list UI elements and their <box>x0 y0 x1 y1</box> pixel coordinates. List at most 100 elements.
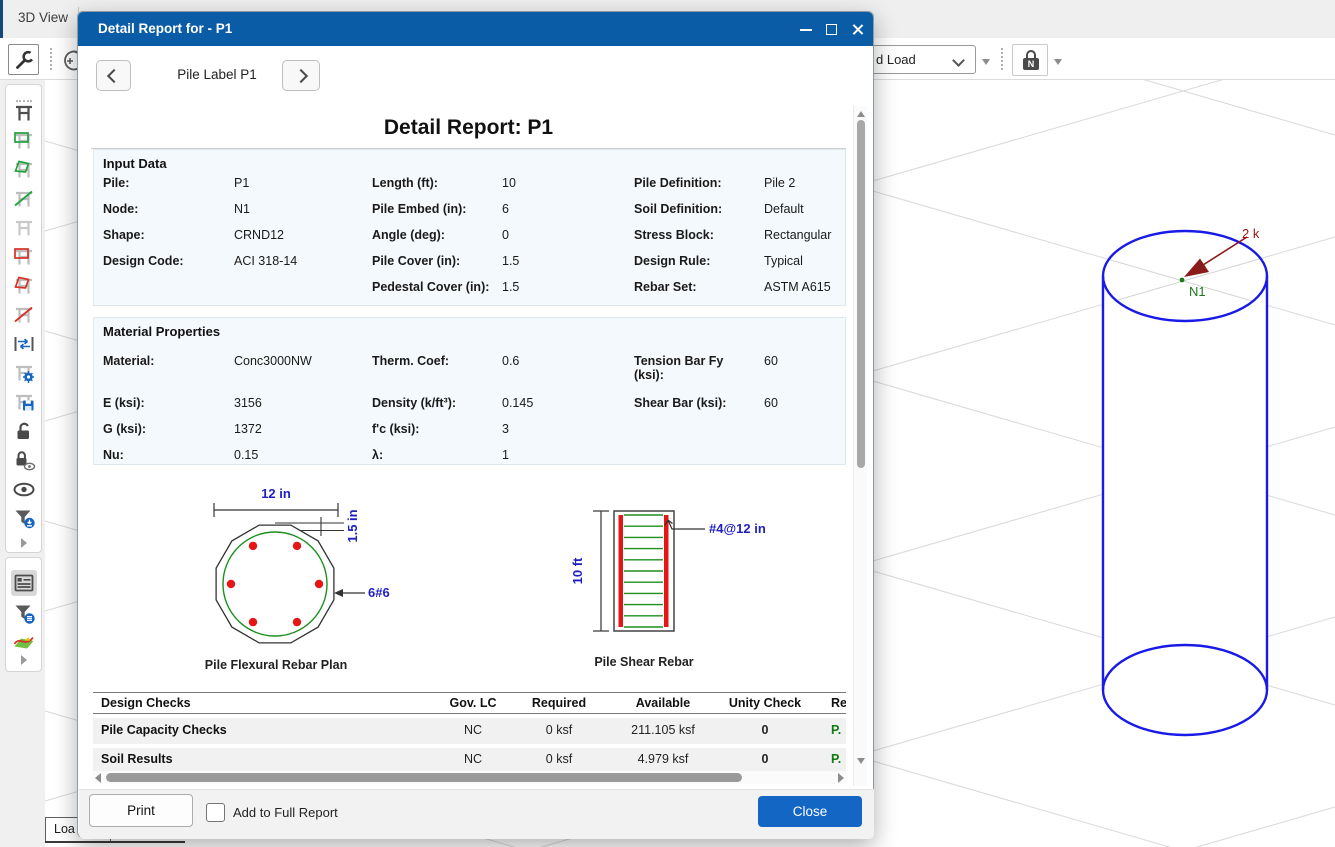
filter-import-button[interactable] <box>11 505 37 531</box>
add-to-full-report-checkbox[interactable] <box>206 803 225 822</box>
field-label: Soil Definition: <box>634 202 722 216</box>
box-deselect-button[interactable] <box>11 244 37 270</box>
deselect-line-red-icon <box>11 302 37 328</box>
resize-members-icon <box>11 331 37 357</box>
load-label: 2 k <box>1242 226 1260 241</box>
box-select-button[interactable] <box>11 128 37 154</box>
table-header-row: Design Checks Gov. LC Required Available… <box>93 692 846 714</box>
gov-lc-value: NC <box>428 752 518 766</box>
field-value: 3156 <box>234 396 262 410</box>
display-options-button[interactable] <box>11 476 37 502</box>
field-value: Default <box>764 202 804 216</box>
field-label: Tension Bar Fy (ksi): <box>634 354 746 382</box>
field-label: Therm. Coef: <box>372 354 449 368</box>
field-label: Stress Block: <box>634 228 714 242</box>
toolbar-group-handle[interactable] <box>50 48 54 70</box>
print-button[interactable]: Print <box>89 794 193 827</box>
field-value: N1 <box>234 202 250 216</box>
horizontal-scrollbar[interactable] <box>93 771 846 784</box>
select-line-green-icon <box>11 186 37 212</box>
scroll-up-icon[interactable] <box>857 111 865 117</box>
available-value: 211.105 ksf <box>608 723 718 737</box>
report-title: Detail Report: P1 <box>91 116 846 140</box>
flexural-caption: Pile Flexural Rebar Plan <box>205 658 347 672</box>
dialog-footer <box>79 789 874 839</box>
field-label: Density (k/ft³): <box>372 396 456 410</box>
cover-dimension-label: 1.5 in <box>345 509 360 542</box>
chevron-left-icon <box>106 68 120 82</box>
load-combination-dropdown[interactable]: d Load <box>856 45 976 74</box>
input-data-heading: Input Data <box>103 156 167 171</box>
gov-lc-value: NC <box>428 723 518 737</box>
maximize-icon <box>826 24 837 35</box>
scroll-right-icon[interactable] <box>838 773 844 783</box>
selection-toolbar-expander[interactable] <box>11 530 37 556</box>
field-label: Shear Bar (ksi): <box>634 396 726 410</box>
invert-selection-button[interactable] <box>11 331 37 357</box>
result-value: P. <box>831 723 846 737</box>
filter-list-icon <box>11 600 37 626</box>
polygon-select-button[interactable] <box>11 157 37 183</box>
unlock-icon <box>11 418 37 444</box>
close-window-button[interactable] <box>850 22 865 37</box>
selection-settings-button[interactable] <box>11 360 37 386</box>
lock-nodes-button[interactable]: N <box>1012 44 1048 76</box>
load-dropdown-expander[interactable] <box>982 59 990 65</box>
save-selection-button[interactable] <box>11 389 37 415</box>
unity-check-value: 0 <box>720 752 810 766</box>
application-window: 3D View d Load N <box>0 0 1335 847</box>
height-dimension-label: 10 ft <box>570 557 585 584</box>
lock-dropdown-expander[interactable] <box>1054 59 1062 65</box>
maximize-button[interactable] <box>824 22 839 37</box>
field-value: 1.5 <box>502 254 519 268</box>
tab-3d-view[interactable]: 3D View <box>18 10 68 25</box>
required-value: 0 ksf <box>514 752 604 766</box>
frame-icon <box>11 100 37 126</box>
detail-report-button[interactable] <box>11 570 37 596</box>
vertical-scrollbar[interactable] <box>853 106 867 786</box>
field-label: Pile Cover (in): <box>372 254 460 268</box>
flexural-rebar-diagram: 12 in 1.5 in 6#6 Pile Flexural Rebar Pla… <box>205 486 390 672</box>
select-all-button[interactable] <box>11 100 37 126</box>
field-value: Typical <box>764 254 803 268</box>
close-button[interactable]: Close <box>758 796 862 827</box>
line-select-button[interactable] <box>11 186 37 212</box>
scroll-down-icon[interactable] <box>857 758 865 764</box>
field-label: Design Code: <box>103 254 184 268</box>
filter-results-button[interactable] <box>11 600 37 626</box>
report-toolbar-expander[interactable] <box>11 647 37 673</box>
scroll-left-icon[interactable] <box>95 773 101 783</box>
field-label: Shape: <box>103 228 145 242</box>
table-row[interactable]: Pile Capacity Checks NC 0 ksf 211.105 ks… <box>93 718 846 744</box>
vertical-scroll-thumb[interactable] <box>857 120 865 468</box>
previous-pile-button[interactable] <box>96 60 131 91</box>
horizontal-scroll-thumb[interactable] <box>106 773 742 782</box>
select-none-button[interactable] <box>11 215 37 241</box>
check-name: Soil Results <box>101 752 173 766</box>
minimize-button[interactable] <box>798 22 813 37</box>
bottom-tab-underline <box>45 841 185 843</box>
field-label: Length (ft): <box>372 176 438 190</box>
unlock-items-button[interactable] <box>11 418 37 444</box>
next-pile-button[interactable] <box>282 60 320 91</box>
bar-callout-label: 6#6 <box>368 585 390 600</box>
lock-unselected-button[interactable] <box>11 447 37 473</box>
line-deselect-button[interactable] <box>11 302 37 328</box>
col-header-name: Design Checks <box>101 696 191 710</box>
deselect-box-red-icon <box>11 244 37 270</box>
minimize-icon <box>800 29 812 31</box>
check-name: Pile Capacity Checks <box>101 723 227 737</box>
frame-settings-icon <box>11 360 37 386</box>
field-label: Pile: <box>103 176 129 190</box>
node-marker[interactable] <box>1180 278 1185 283</box>
field-value: 60 <box>764 396 778 410</box>
field-value: Pile 2 <box>764 176 795 190</box>
properties-wrench-button[interactable] <box>8 44 39 75</box>
table-row[interactable]: Soil Results NC 0 ksf 4.979 ksf 0 P. <box>93 748 846 771</box>
field-value: 1372 <box>234 422 262 436</box>
polygon-deselect-button[interactable] <box>11 273 37 299</box>
select-polygon-green-icon <box>11 157 37 183</box>
field-label: λ: <box>372 448 383 462</box>
toolbar-group-handle-2[interactable] <box>1001 48 1005 70</box>
wrench-icon <box>12 48 36 72</box>
